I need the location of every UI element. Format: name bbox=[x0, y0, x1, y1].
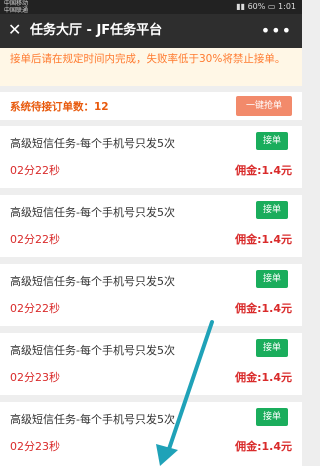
pending-label-text: 系统待接订单数： bbox=[10, 101, 94, 113]
task-name: 高级短信任务-每个手机号只发5次 bbox=[10, 413, 175, 426]
accept-order-button[interactable]: 接单 bbox=[256, 339, 288, 357]
task-card: 高级短信任务-每个手机号只发5次 接单 02分22秒 佣金:1.4元 bbox=[0, 126, 302, 188]
task-name: 高级短信任务-每个手机号只发5次 bbox=[10, 206, 175, 219]
pending-orders-label: 系统待接订单数：12 bbox=[10, 99, 109, 114]
task-name: 高级短信任务-每个手机号只发5次 bbox=[10, 275, 175, 288]
accept-order-button[interactable]: 接单 bbox=[256, 270, 288, 288]
pending-count: 12 bbox=[94, 101, 109, 113]
task-card: 高级短信任务-每个手机号只发5次 接单 02分22秒 佣金:1.4元 bbox=[0, 264, 302, 326]
battery-icon: ▭ bbox=[267, 2, 276, 11]
task-timer: 02分23秒 bbox=[10, 371, 60, 384]
pending-orders-bar: 系统待接订单数：12 一键抢单 bbox=[0, 92, 302, 120]
task-name: 高级短信任务-每个手机号只发5次 bbox=[10, 344, 175, 357]
status-bar: 中国移动 中国联通 ▮▮ 60% ▭ 1:01 bbox=[0, 0, 302, 14]
close-icon[interactable]: ✕ bbox=[8, 21, 21, 39]
status-right: ▮▮ 60% ▭ 1:01 bbox=[236, 0, 296, 14]
task-timer: 02分22秒 bbox=[10, 302, 60, 315]
accept-order-button[interactable]: 接单 bbox=[256, 408, 288, 426]
more-options-icon[interactable]: ••• bbox=[261, 21, 292, 40]
task-timer: 02分22秒 bbox=[10, 164, 60, 177]
task-timer: 02分23秒 bbox=[10, 440, 60, 453]
task-commission: 佣金:1.4元 bbox=[235, 302, 292, 315]
grab-all-button[interactable]: 一键抢单 bbox=[236, 96, 292, 116]
task-name: 高级短信任务-每个手机号只发5次 bbox=[10, 137, 175, 150]
task-card: 高级短信任务-每个手机号只发5次 接单 02分22秒 佣金:1.4元 bbox=[0, 195, 302, 257]
page-title: 任务大厅 - JF任务平台 bbox=[30, 23, 163, 38]
task-card: 高级短信任务-每个手机号只发5次 接单 02分23秒 佣金:1.4元 bbox=[0, 333, 302, 395]
battery-level: 60% bbox=[247, 2, 266, 11]
notice-banner: 接单后请在规定时间内完成，失败率低于30%将禁止接单。 bbox=[0, 48, 302, 86]
task-commission: 佣金:1.4元 bbox=[235, 440, 292, 453]
signal-icon: ▮▮ bbox=[236, 2, 246, 11]
task-timer: 02分22秒 bbox=[10, 233, 60, 246]
accept-order-button[interactable]: 接单 bbox=[256, 201, 288, 219]
task-card: 高级短信任务-每个手机号只发5次 接单 02分23秒 佣金:1.4元 bbox=[0, 402, 302, 466]
carrier-label: 中国移动 中国联通 bbox=[4, 0, 29, 14]
task-commission: 佣金:1.4元 bbox=[235, 233, 292, 246]
title-bar: ✕ 任务大厅 - JF任务平台 ••• bbox=[0, 14, 302, 48]
task-commission: 佣金:1.4元 bbox=[235, 371, 292, 384]
accept-order-button[interactable]: 接单 bbox=[256, 132, 288, 150]
task-commission: 佣金:1.4元 bbox=[235, 164, 292, 177]
clock: 1:01 bbox=[278, 2, 296, 11]
